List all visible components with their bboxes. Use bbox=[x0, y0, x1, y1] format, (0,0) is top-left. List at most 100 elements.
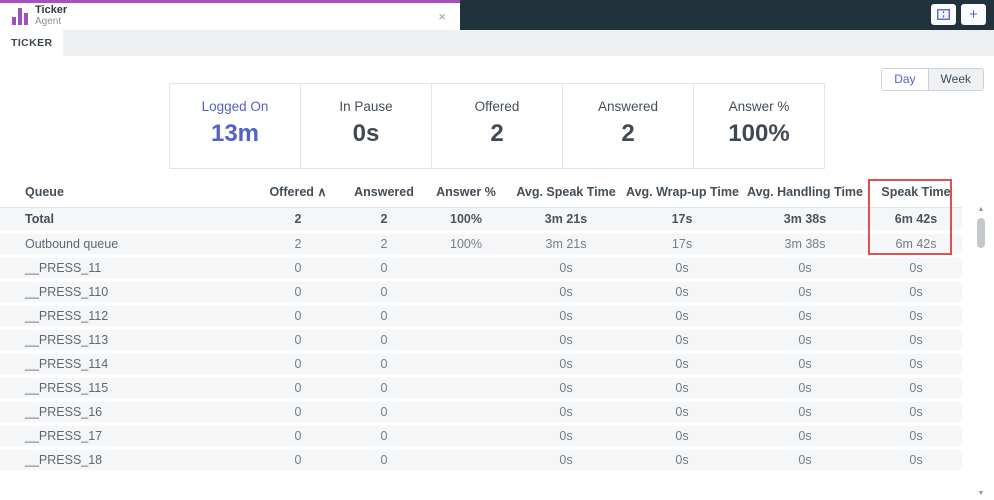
table-row: __PRESS_112 0 0 0s 0s 0s 0s bbox=[0, 303, 962, 328]
value-cell: 0 bbox=[380, 284, 388, 299]
value-cell: 0s bbox=[559, 428, 573, 443]
value-cell: 0 bbox=[380, 356, 388, 371]
stat-value: 2 bbox=[621, 120, 635, 147]
value-cell: 0 bbox=[380, 380, 388, 395]
queue-cell: __PRESS_110 bbox=[25, 284, 109, 299]
column-header-avg-handling-time[interactable]: Avg. Handling Time bbox=[740, 178, 870, 208]
scroll-up-icon[interactable]: ▲ bbox=[976, 206, 986, 214]
value-cell: 0s bbox=[798, 380, 812, 395]
queue-cell: Total bbox=[25, 211, 54, 226]
value-cell: 0s bbox=[909, 380, 923, 395]
value-cell: 2 bbox=[380, 211, 388, 226]
value-cell: 0s bbox=[909, 284, 923, 299]
stat-label: Logged On bbox=[201, 99, 269, 114]
value-cell: 0s bbox=[909, 260, 923, 275]
stat-value: 100% bbox=[728, 120, 790, 147]
value-cell bbox=[424, 376, 508, 400]
new-tab-button[interactable]: + bbox=[961, 4, 986, 25]
close-icon[interactable]: × bbox=[434, 10, 450, 23]
value-cell: 0s bbox=[559, 356, 573, 371]
table-row: __PRESS_16 0 0 0s 0s 0s 0s bbox=[0, 399, 962, 424]
value-cell: 0s bbox=[798, 284, 812, 299]
value-cell: 0 bbox=[380, 404, 388, 419]
value-cell: 2 bbox=[380, 236, 388, 251]
value-cell bbox=[424, 256, 508, 280]
value-cell: 0s bbox=[675, 380, 689, 395]
queue-cell: __PRESS_113 bbox=[25, 332, 109, 347]
tab-ticker-agent[interactable]: Ticker Agent × bbox=[0, 0, 460, 30]
value-cell bbox=[424, 400, 508, 424]
value-cell: 0 bbox=[380, 308, 388, 323]
value-cell: 17s bbox=[671, 211, 693, 226]
value-cell: 0s bbox=[675, 452, 689, 467]
table-scrollbar[interactable]: ▲ ▼ bbox=[976, 206, 986, 498]
value-cell: 0s bbox=[798, 428, 812, 443]
window-tab-bar: Ticker Agent × + bbox=[0, 0, 994, 30]
value-cell: 0s bbox=[675, 284, 689, 299]
value-cell: 0s bbox=[909, 308, 923, 323]
week-button[interactable]: Week bbox=[927, 69, 983, 90]
value-cell bbox=[424, 424, 508, 448]
subtab-strip: TICKER bbox=[0, 30, 994, 56]
value-cell: 0 bbox=[294, 284, 302, 299]
value-cell: 0s bbox=[559, 452, 573, 467]
table-header-row: Queue Offered ∧ Answered Answer % Avg. Speak… bbox=[0, 178, 962, 208]
main-content: Day Week Logged On 13m In Pause 0s Offered 2 A… bbox=[0, 56, 994, 500]
value-cell: 0s bbox=[909, 428, 923, 443]
value-cell bbox=[424, 304, 508, 328]
value-cell: 0s bbox=[559, 404, 573, 419]
table-row: __PRESS_113 0 0 0s 0s 0s 0s bbox=[0, 327, 962, 352]
stat-card-answered: Answered 2 bbox=[562, 84, 693, 168]
value-cell: 0s bbox=[798, 308, 812, 323]
day-button[interactable]: Day bbox=[882, 69, 928, 90]
tab-ticker[interactable]: TICKER bbox=[0, 30, 64, 56]
column-header-answer[interactable]: Answer % bbox=[424, 178, 508, 208]
value-cell bbox=[424, 280, 508, 304]
value-cell: 0s bbox=[675, 332, 689, 347]
bar-chart-icon bbox=[12, 8, 28, 25]
table-row: Outbound queue 2 2 100% 3m 21s 17s 3m 38s 6m 42… bbox=[0, 231, 962, 256]
value-cell: 0 bbox=[294, 428, 302, 443]
column-header-queue[interactable]: Queue bbox=[0, 178, 252, 208]
value-cell: 3m 38s bbox=[784, 236, 826, 251]
plus-icon: + bbox=[969, 6, 978, 23]
table-row: Total 2 2 100% 3m 21s 17s 3m 38s 6m 42s bbox=[0, 207, 962, 232]
tab-subtitle: Agent bbox=[35, 16, 62, 28]
value-cell: 3m 21s bbox=[545, 236, 587, 251]
column-header-answered[interactable]: Answered bbox=[344, 178, 424, 208]
scrollbar-thumb[interactable] bbox=[977, 218, 985, 248]
table-row: __PRESS_110 0 0 0s 0s 0s 0s bbox=[0, 279, 962, 304]
value-cell: 0s bbox=[675, 428, 689, 443]
stats-cards: Logged On 13m In Pause 0s Offered 2 Answered 2 A… bbox=[169, 83, 825, 169]
stat-value: 2 bbox=[490, 120, 504, 147]
value-cell: 3m 38s bbox=[783, 211, 827, 226]
split-view-button[interactable] bbox=[931, 4, 956, 25]
column-header-speak-time[interactable]: Speak Time bbox=[870, 178, 962, 208]
value-cell: 0 bbox=[380, 452, 388, 467]
scroll-down-icon[interactable]: ▼ bbox=[976, 490, 986, 498]
column-header-offered[interactable]: Offered ∧ bbox=[252, 178, 344, 208]
value-cell: 0s bbox=[559, 260, 573, 275]
value-cell: 0 bbox=[294, 380, 302, 395]
stat-label: Answer % bbox=[728, 99, 790, 114]
value-cell: 0s bbox=[675, 356, 689, 371]
column-header-avg-wrap-up-time[interactable]: Avg. Wrap-up Time bbox=[624, 178, 740, 208]
value-cell: 3m 21s bbox=[544, 211, 588, 226]
queue-table-wrap: Queue Offered ∧ Answered Answer % Avg. Speak… bbox=[0, 178, 994, 500]
stat-card-answer: Answer % 100% bbox=[693, 84, 824, 168]
value-cell: 0s bbox=[559, 332, 573, 347]
value-cell: 0s bbox=[909, 332, 923, 347]
value-cell: 6m 42s bbox=[894, 211, 938, 226]
queue-cell: __PRESS_11 bbox=[25, 260, 102, 275]
value-cell: 0 bbox=[294, 452, 302, 467]
column-header-avg-speak-time[interactable]: Avg. Speak Time bbox=[508, 178, 624, 208]
table-row: __PRESS_17 0 0 0s 0s 0s 0s bbox=[0, 423, 962, 448]
stat-label: In Pause bbox=[339, 99, 393, 114]
value-cell: 0s bbox=[798, 332, 812, 347]
stat-label: Answered bbox=[597, 99, 659, 114]
value-cell bbox=[424, 448, 508, 472]
value-cell: 17s bbox=[671, 236, 693, 251]
queue-cell: __PRESS_112 bbox=[25, 308, 109, 323]
value-cell: 0s bbox=[909, 356, 923, 371]
queue-table: Queue Offered ∧ Answered Answer % Avg. Speak… bbox=[0, 178, 962, 474]
